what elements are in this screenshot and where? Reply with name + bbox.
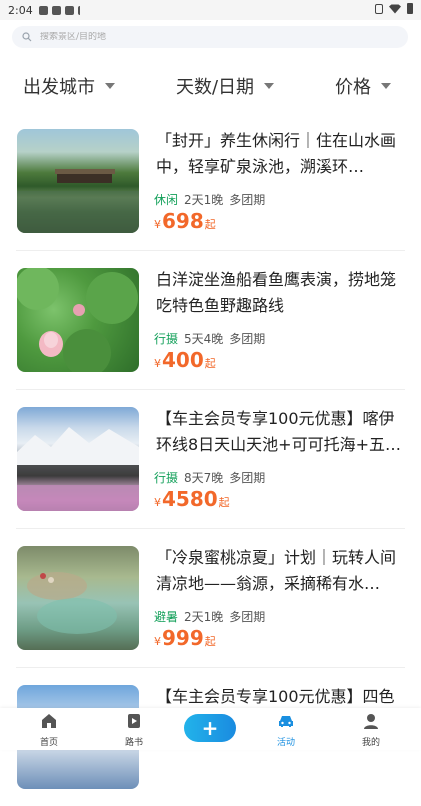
- nav-roadbook[interactable]: 路书: [104, 712, 164, 748]
- add-button[interactable]: +: [184, 714, 236, 742]
- nav-label: 路书: [124, 738, 143, 748]
- trip-thumbnail: [17, 407, 139, 511]
- filter-bar: 出发城市 天数/日期 价格: [0, 70, 421, 102]
- nav-label: 活动: [276, 738, 295, 748]
- trip-price: ¥ 999 起: [154, 626, 216, 650]
- nav-label: 首页: [39, 738, 58, 748]
- trip-group: 多团期: [229, 471, 266, 485]
- notification-icon: [64, 5, 74, 15]
- trip-thumbnail: [17, 268, 139, 372]
- bottom-nav: 首页 路书 + 活动 我的: [0, 708, 421, 750]
- trip-meta: 行摄 5天4晚 多团期: [154, 330, 265, 347]
- trip-meta: 避暑 2天1晚 多团期: [154, 608, 265, 625]
- download-icon: [77, 5, 84, 15]
- vibrate-icon: [375, 3, 383, 14]
- filter-label: 天数/日期: [175, 77, 255, 98]
- nav-label: 我的: [361, 738, 380, 748]
- trip-meta: 休闲 2天1晚 多团期: [154, 191, 265, 208]
- trip-list: 「封开」养生休闲行｜住在山水画中，轻享矿泉泳池，溯溪环… 休闲 2天1晚 多团期…: [0, 112, 421, 806]
- trip-card[interactable]: 「冷泉蜜桃凉夏」计划｜玩转人间清凉地——翁源，采摘稀有水… 避暑 2天1晚 多团…: [16, 529, 405, 668]
- user-icon: [364, 714, 378, 729]
- filter-days-date[interactable]: 天数/日期: [175, 73, 275, 99]
- trip-category: 避暑: [154, 610, 179, 624]
- wifi-icon: [389, 4, 401, 14]
- trip-duration: 8天7晚: [184, 471, 224, 485]
- trip-card[interactable]: 【车主会员专享100元优惠】喀伊环线8日天山天池+可可托海+五… 行摄 8天7晚…: [16, 390, 405, 529]
- trip-group: 多团期: [229, 332, 266, 346]
- trip-duration: 2天1晚: [184, 193, 224, 207]
- filter-label: 出发城市: [23, 77, 95, 98]
- trip-group: 多团期: [229, 193, 266, 207]
- filter-departure-city[interactable]: 出发城市: [23, 73, 115, 99]
- status-bar: 2:04: [0, 0, 421, 20]
- filter-label: 价格: [334, 77, 371, 98]
- trip-price: ¥ 400 起: [154, 348, 216, 372]
- trip-category: 休闲: [154, 193, 179, 207]
- car-icon: [279, 716, 293, 727]
- nav-activity[interactable]: 活动: [256, 712, 316, 748]
- trip-thumbnail: [17, 129, 139, 233]
- trip-card[interactable]: 「封开」养生休闲行｜住在山水画中，轻享矿泉泳池，溯溪环… 休闲 2天1晚 多团期…: [16, 112, 405, 251]
- trip-meta: 行摄 8天7晚 多团期: [154, 469, 265, 486]
- trip-title: 【车主会员专享100元优惠】喀伊环线8日天山天池+可可托海+五…: [156, 409, 401, 454]
- price-unit: 起: [204, 357, 216, 370]
- currency-symbol: ¥: [154, 357, 161, 370]
- price-unit: 起: [204, 218, 216, 231]
- trip-title: 白洋淀坐渔船看鱼鹰表演，捞地笼吃特色鱼野趣路线: [156, 270, 397, 315]
- price-value: 400: [162, 348, 204, 372]
- roadbook-icon: [128, 714, 140, 728]
- battery-icon: [407, 3, 413, 14]
- trip-title: 「冷泉蜜桃凉夏」计划｜玩转人间清凉地——翁源，采摘稀有水…: [156, 548, 397, 593]
- price-value: 4580: [162, 487, 218, 511]
- search-bar[interactable]: [12, 26, 408, 48]
- price-value: 999: [162, 626, 204, 650]
- home-icon: [42, 714, 56, 728]
- notification-icon: [51, 5, 61, 15]
- trip-category: 行摄: [154, 471, 179, 485]
- currency-symbol: ¥: [154, 218, 161, 231]
- caret-down-icon: [105, 83, 115, 89]
- currency-symbol: ¥: [154, 635, 161, 648]
- search-input[interactable]: [40, 32, 360, 42]
- price-value: 698: [162, 209, 204, 233]
- trip-price: ¥ 698 起: [154, 209, 216, 233]
- trip-duration: 2天1晚: [184, 610, 224, 624]
- trip-card[interactable]: 白洋淀坐渔船看鱼鹰表演，捞地笼吃特色鱼野趣路线 行摄 5天4晚 多团期 ¥ 40…: [16, 251, 405, 390]
- currency-symbol: ¥: [154, 496, 161, 509]
- trip-duration: 5天4晚: [184, 332, 224, 346]
- trip-group: 多团期: [229, 610, 266, 624]
- price-unit: 起: [204, 635, 216, 648]
- trip-category: 行摄: [154, 332, 179, 346]
- search-icon: [22, 32, 32, 42]
- status-time: 2:04: [8, 3, 33, 17]
- nav-profile[interactable]: 我的: [341, 712, 401, 748]
- trip-price: ¥ 4580 起: [154, 487, 230, 511]
- filter-price[interactable]: 价格: [335, 73, 391, 99]
- caret-down-icon: [380, 83, 391, 89]
- trip-title: 「封开」养生休闲行｜住在山水画中，轻享矿泉泳池，溯溪环…: [156, 131, 397, 176]
- nav-home[interactable]: 首页: [19, 712, 79, 748]
- notification-icon: [38, 5, 48, 15]
- caret-down-icon: [264, 83, 275, 89]
- trip-thumbnail: [17, 546, 139, 650]
- trip-title: 【车主会员专享100元优惠】四色: [156, 687, 395, 706]
- price-unit: 起: [218, 496, 230, 509]
